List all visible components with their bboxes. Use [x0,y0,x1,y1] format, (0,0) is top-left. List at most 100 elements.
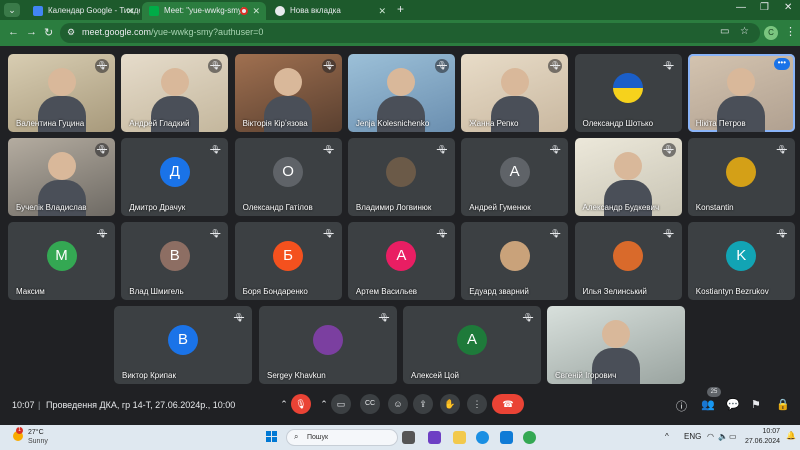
tab-meet[interactable]: Meet: "yue-wwkg-smy" ✕ [142,2,266,20]
captions-button[interactable]: CC [360,394,380,414]
browser-menu-icon[interactable]: ⋮ [785,25,796,38]
participant-tile[interactable]: Євгеній Ігорович [547,306,685,384]
participant-tile[interactable]: Владимир Логвинюк 🎙 [347,138,455,216]
recording-icon [240,7,248,15]
ukraine-flag-avatar [613,73,643,103]
tab-search-button[interactable]: ⌄ [4,3,20,17]
participant-tile[interactable]: О Олександр Гатілов 🎙 [234,138,342,216]
volume-icon[interactable]: 🔈 [718,432,728,441]
participant-tile[interactable]: K Kostiantyn Bezrukov 🎙 [687,222,795,300]
mic-off-icon: 🎙 [434,59,449,73]
participant-name: Боря Бондаренко [242,287,308,296]
participant-tile[interactable]: Sergey Khavkun 🎙 [259,306,397,384]
participant-tile[interactable]: Олександр Шотько 🎙 [574,54,682,132]
url-text: meet.google.com/yue-wwkg-smy?authuser=0 [82,27,264,37]
people-icon[interactable]: 👥 [701,398,715,411]
chat-icon[interactable]: 💬 [726,398,740,411]
participant-tile[interactable]: А Алексей Цой 🎙 [403,306,541,384]
activities-icon[interactable]: ⚑ [751,398,761,411]
more-options-icon[interactable]: ••• [773,58,790,70]
participant-tile[interactable]: B Виктор Крипак 🎙 [114,306,252,384]
mic-off-icon: 🎙 [377,311,391,325]
language-indicator[interactable]: ENG [684,432,701,441]
participant-tile[interactable]: Вікторія Кірʼязова 🎙 [234,54,342,132]
site-info-icon[interactable]: ⚙ [67,27,75,38]
audio-options-chevron-icon[interactable]: ⌃ [278,394,290,414]
participant-tile[interactable]: Едуард зварний 🎙 [461,222,569,300]
task-view-icon[interactable] [402,431,415,444]
raise-hand-button[interactable]: ✋ [440,394,460,414]
battery-icon[interactable]: ▭ [729,432,737,441]
more-options-button[interactable]: ⋮ [467,394,487,414]
close-window-button[interactable]: ✕ [784,2,792,13]
mic-off-icon: 🎙 [661,143,676,157]
participant-name: Олександр Шотько [582,119,654,128]
avatar: М [46,241,77,271]
minimize-button[interactable]: — [736,2,746,13]
bookmark-star-icon[interactable]: ☆ [740,26,749,37]
participant-tile[interactable]: Александр Будкевич 🎙 [574,138,682,216]
host-controls-icon[interactable]: 🔒 [776,398,790,411]
participant-tile[interactable]: А Артем Васильев 🎙 [347,222,455,300]
taskbar-search-box[interactable]: ⌕ Пошук [286,429,398,446]
mic-off-button[interactable]: 🎙 [291,394,311,414]
mic-off-icon: 🎙 [321,143,336,157]
back-button[interactable]: ← [8,26,19,38]
participant-tile[interactable]: Андрей Гладкий 🎙 [121,54,229,132]
tab-google-calendar[interactable]: Календар Google - Тиждень (2 ✕ [26,2,140,20]
avatar: Д [159,157,190,187]
present-button[interactable]: ⇪ [413,394,433,414]
taskbar-time[interactable]: 10:07 [748,428,780,435]
tray-chevron-icon[interactable]: ^ [665,432,669,441]
end-call-button[interactable]: ☎ [492,394,524,414]
close-icon[interactable]: ✕ [126,2,134,20]
address-bar[interactable]: ⚙ meet.google.com/yue-wwkg-smy?authuser=… [60,23,760,43]
participant-tile[interactable]: М Максим 🎙 [8,222,115,300]
participant-tile[interactable]: Jenja Kolesnichenko 🎙 [347,54,455,132]
camera-button[interactable]: ▭ [331,394,351,414]
close-icon[interactable]: ✕ [378,2,386,20]
file-explorer-icon[interactable] [453,431,466,444]
restore-button[interactable]: ❐ [760,2,769,13]
info-icon[interactable]: ⓘ [676,398,687,414]
participant-tile[interactable]: Илья Зелинський 🎙 [574,222,682,300]
chrome-icon[interactable] [523,431,536,444]
participant-tile[interactable]: В Влад Шмигель 🎙 [121,222,229,300]
reload-button[interactable]: ↻ [44,26,53,39]
close-icon[interactable]: ✕ [252,2,260,20]
participant-video [614,152,642,180]
mic-off-icon: 🎙 [208,59,223,73]
separator: | [38,400,41,410]
participant-tile[interactable]: Жанна Репко 🎙 [461,54,569,132]
wifi-icon[interactable]: ◠ [707,432,714,441]
taskbar-date[interactable]: 27.06.2024 [740,438,780,445]
forward-button[interactable]: → [26,26,37,38]
camera-in-use-icon[interactable]: ▭ [720,26,729,37]
participant-tile[interactable]: А Андрей Гуменюк 🎙 [461,138,569,216]
participant-name: Едуард зварний [469,287,529,296]
tab-new-tab[interactable]: Нова вкладка ✕ [268,2,392,20]
participant-tile[interactable]: Бучелік Владислав 🎙 [8,138,115,216]
participant-name: Виктор Крипак [122,371,176,380]
participant-tile[interactable]: Валентина Гуцина 🎙 [8,54,115,132]
weather-condition: Sunny [28,438,48,445]
emoji-button[interactable]: ☺ [388,394,408,414]
participant-tile[interactable]: Нікіта Петров ••• [687,54,795,132]
mic-off-icon: 🎙 [321,227,336,241]
mic-off-icon: 🎙 [548,59,563,73]
new-tab-button[interactable]: + [397,2,404,16]
participant-tile[interactable]: Д Дмитро Драчук 🎙 [121,138,229,216]
tab-label: Meet: "yue-wwkg-smy" [164,6,245,15]
notifications-bell-icon[interactable]: 🔔 [786,431,796,440]
profile-avatar[interactable]: C [764,26,778,40]
video-options-chevron-icon[interactable]: ⌃ [318,394,330,414]
teams-icon[interactable] [428,431,441,444]
participant-tile[interactable]: Konstantin 🎙 [687,138,795,216]
store-icon[interactable] [500,431,513,444]
edge-icon[interactable] [476,431,489,444]
participant-tile[interactable]: Б Боря Бондаренко 🎙 [234,222,342,300]
mic-off-icon: 🎙 [95,227,109,241]
windows-start-icon[interactable] [266,431,278,443]
chrome-icon [275,6,285,16]
participant-video [602,320,630,348]
